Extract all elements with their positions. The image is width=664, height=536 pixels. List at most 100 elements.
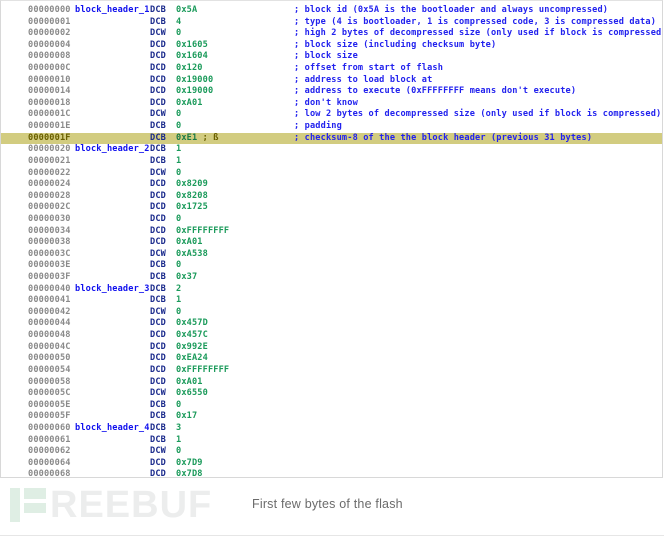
code-line[interactable]: 0000001C DCW 0 ; low 2 bytes of decompresse… bbox=[1, 109, 662, 121]
code-line[interactable]: 00000014 DCD 0x19000 ; address to execute (… bbox=[1, 86, 662, 98]
line-mnemonic: DCD bbox=[150, 74, 166, 85]
line-operand-char-note: ; ß bbox=[202, 132, 219, 143]
code-line[interactable]: 0000001E DCB 0 ; padding bbox=[1, 121, 662, 133]
line-operand: 0x8208 bbox=[176, 191, 294, 203]
line-address: 0000000C bbox=[28, 63, 71, 74]
code-line[interactable]: 0000002C DCD 0x1725 bbox=[1, 202, 662, 214]
line-operand-value: 0x37 bbox=[176, 272, 198, 283]
code-line[interactable]: 0000004C DCD 0x992E bbox=[1, 342, 662, 354]
line-mnemonic: DCD bbox=[150, 376, 166, 387]
block-label[interactable]: block_header_2 bbox=[75, 144, 150, 156]
line-operand-value: 0 bbox=[176, 306, 182, 317]
code-line[interactable]: 0000000C DCD 0x120 ; offset from start of f… bbox=[1, 63, 662, 75]
line-comment: ; low 2 bytes of decompressed size (only… bbox=[294, 109, 662, 120]
line-operand: 0xFFFFFFFF bbox=[176, 226, 294, 238]
line-address: 00000054 bbox=[28, 364, 71, 375]
code-line[interactable]: 00000021 DCB 1 bbox=[1, 156, 662, 168]
disassembly-listing-panel[interactable]: 00000000 block_header_1 DCB 0x5A; block id … bbox=[0, 0, 663, 478]
line-comment: ; padding bbox=[294, 121, 342, 132]
block-label[interactable]: block_header_4 bbox=[75, 423, 150, 435]
code-line[interactable]: 0000003F DCB 0x37 bbox=[1, 272, 662, 284]
code-line[interactable]: 0000003E DCB 0 bbox=[1, 260, 662, 272]
code-line[interactable]: 00000062 DCW 0 bbox=[1, 446, 662, 458]
block-label[interactable]: block_header_1 bbox=[75, 5, 150, 17]
code-line[interactable]: 00000048 DCD 0x457C bbox=[1, 330, 662, 342]
line-address: 0000001C bbox=[28, 109, 71, 120]
code-line[interactable]: 00000068 DCD 0x7D8 bbox=[1, 469, 662, 477]
line-operand: 1 bbox=[176, 156, 294, 168]
line-operand-value: 4 bbox=[176, 16, 182, 27]
line-comment: ; address to load block at bbox=[294, 74, 433, 85]
line-operand-value: 0 bbox=[176, 260, 182, 271]
line-address: 00000062 bbox=[28, 446, 71, 457]
code-line[interactable]: 00000004 DCD 0x1605 ; block size (including… bbox=[1, 40, 662, 52]
line-operand: 0x457D bbox=[176, 318, 294, 330]
line-address: 0000004C bbox=[28, 341, 71, 352]
line-mnemonic: DCD bbox=[150, 86, 166, 97]
line-operand-value: 0x19000 bbox=[176, 74, 214, 85]
code-line[interactable]: 00000002 DCW 0 ; high 2 bytes of decompress… bbox=[1, 28, 662, 40]
line-operand-value: 0x5A bbox=[176, 5, 198, 15]
line-operand: 0 bbox=[176, 214, 294, 226]
line-mnemonic: DCB bbox=[150, 260, 166, 271]
line-operand-value: 0 bbox=[176, 109, 182, 120]
line-operand-value: 0xA01 bbox=[176, 97, 203, 108]
code-line[interactable]: 00000024 DCD 0x8209 bbox=[1, 179, 662, 191]
line-operand: 0x17 bbox=[176, 411, 294, 423]
line-address: 00000010 bbox=[28, 74, 71, 85]
line-mnemonic: DCD bbox=[150, 457, 166, 468]
line-operand: 2 bbox=[176, 284, 294, 296]
freebuf-logo-icon bbox=[8, 488, 48, 522]
line-operand: 0xE1 ; ß bbox=[176, 133, 294, 145]
line-address: 00000020 bbox=[28, 144, 71, 155]
line-mnemonic: DCD bbox=[150, 97, 166, 108]
line-mnemonic: DCW bbox=[150, 446, 166, 457]
code-line[interactable]: 00000018 DCD 0xA01 ; don't know bbox=[1, 98, 662, 110]
line-operand: 0x1604 bbox=[176, 51, 294, 63]
code-line[interactable]: 00000041 DCB 1 bbox=[1, 295, 662, 307]
line-operand: 0x7D8 bbox=[176, 469, 294, 477]
code-line[interactable]: 0000005E DCB 0 bbox=[1, 400, 662, 412]
code-line[interactable]: 00000060 block_header_4 DCB 3 bbox=[1, 423, 662, 435]
line-operand-value: 1 bbox=[176, 155, 182, 166]
line-address: 00000001 bbox=[28, 16, 71, 27]
code-line[interactable]: 0000005F DCB 0x17 bbox=[1, 411, 662, 423]
block-label[interactable]: block_header_3 bbox=[75, 284, 150, 296]
code-line[interactable]: 00000010 DCD 0x19000 ; address to load bloc… bbox=[1, 75, 662, 87]
code-line[interactable]: 00000034 DCD 0xFFFFFFFF bbox=[1, 226, 662, 238]
code-line[interactable]: 00000040 block_header_3 DCB 2 bbox=[1, 284, 662, 296]
line-comment: ; block size (including checksum byte) bbox=[294, 39, 497, 50]
code-line[interactable]: 00000001 DCB 4 ; type (4 is bootloader, 1 i… bbox=[1, 17, 662, 29]
line-mnemonic: DCB bbox=[150, 5, 166, 15]
line-operand: 0 bbox=[176, 446, 294, 458]
line-operand-value: 0x7D9 bbox=[176, 457, 203, 468]
code-line[interactable]: 00000028 DCD 0x8208 bbox=[1, 191, 662, 203]
line-mnemonic: DCW bbox=[150, 248, 166, 259]
code-line[interactable]: 00000020 block_header_2 DCB 1 bbox=[1, 144, 662, 156]
line-operand-value: 0x457D bbox=[176, 318, 208, 329]
code-line[interactable]: 00000030 DCD 0 bbox=[1, 214, 662, 226]
line-mnemonic: DCD bbox=[150, 190, 166, 201]
code-line[interactable]: 00000061 DCB 1 bbox=[1, 435, 662, 447]
code-line[interactable]: 00000064 DCD 0x7D9 bbox=[1, 458, 662, 470]
code-line[interactable]: 00000008 DCD 0x1604 ; block size bbox=[1, 51, 662, 63]
code-line[interactable]: 00000042 DCW 0 bbox=[1, 307, 662, 319]
code-line[interactable]: 00000054 DCD 0xFFFFFFFF bbox=[1, 365, 662, 377]
line-operand-value: 0xEA24 bbox=[176, 353, 208, 364]
line-mnemonic: DCD bbox=[150, 202, 166, 213]
code-line[interactable]: 00000038 DCD 0xA01 bbox=[1, 237, 662, 249]
line-operand-value: 0xA538 bbox=[176, 248, 208, 259]
code-line[interactable]: 0000003C DCW 0xA538 bbox=[1, 249, 662, 261]
code-line[interactable]: 00000050 DCD 0xEA24 bbox=[1, 353, 662, 365]
line-address: 0000005C bbox=[28, 388, 71, 399]
code-line[interactable]: 0000005C DCW 0x6550 bbox=[1, 388, 662, 400]
watermark-text: REEBUF bbox=[50, 484, 213, 526]
line-operand-value: 0xE1 bbox=[176, 132, 198, 143]
line-mnemonic: DCB bbox=[150, 144, 166, 155]
line-operand-value: 3 bbox=[176, 422, 182, 433]
code-line[interactable]: 0000001F DCB 0xE1 ; ß; checksum-8 of the t… bbox=[1, 132, 662, 145]
code-line[interactable]: 00000058 DCD 0xA01 bbox=[1, 377, 662, 389]
code-line[interactable]: 00000000 block_header_1 DCB 0x5A ; block id … bbox=[1, 5, 662, 17]
code-line[interactable]: 00000022 DCW 0 bbox=[1, 168, 662, 180]
code-line[interactable]: 00000044 DCD 0x457D bbox=[1, 318, 662, 330]
